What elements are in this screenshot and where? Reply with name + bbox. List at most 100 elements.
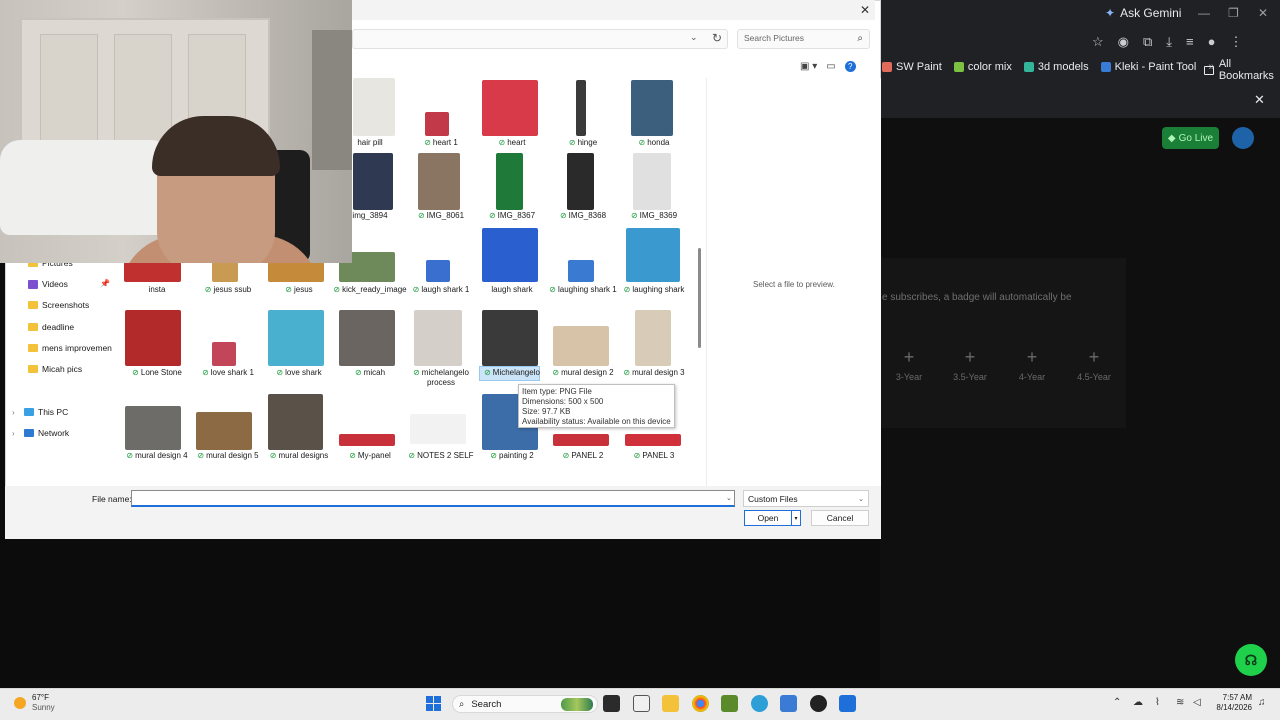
notification-bell-icon[interactable]: ♫ [1258,697,1266,708]
help-icon[interactable]: ? [844,61,856,72]
volume-icon[interactable]: ◁ [1193,697,1201,708]
wifi-icon[interactable]: ≋ [1176,697,1184,708]
badge-slot-4-year[interactable]: +4-Year [1006,346,1058,382]
file-thumbnail[interactable] [553,434,609,446]
queue-icon[interactable]: ≡ [1186,34,1194,50]
avatar[interactable] [1232,127,1254,149]
file-thumbnail[interactable] [482,310,538,366]
download-icon[interactable]: ⤓ [1166,34,1172,50]
file-thumbnail[interactable] [196,412,252,450]
file-name-input[interactable] [131,490,735,507]
file-thumbnail[interactable] [631,80,673,136]
file-thumbnail[interactable] [124,262,181,282]
go-live-button[interactable]: ◆ Go Live [1162,127,1219,149]
refresh-icon[interactable]: ↻ [712,31,722,45]
file-thumbnail[interactable] [268,310,324,366]
weather-widget[interactable]: 67°F Sunny [14,693,55,713]
file-thumbnail[interactable] [482,80,538,136]
nav-item-micah-pics[interactable]: Micah pics [28,362,82,376]
file-thumbnail[interactable] [576,80,586,136]
microphone-icon[interactable]: ⌇ [1155,697,1160,708]
file-thumbnail[interactable] [626,228,680,282]
search-input[interactable]: Search Pictures ⌕ [737,29,870,49]
badge-slot-3-year[interactable]: +3-Year [883,346,935,382]
bookmark-sw-paint[interactable]: SW Paint [882,61,942,73]
nav-item-network[interactable]: › Network [12,426,69,440]
file-thumbnail[interactable] [425,112,449,136]
badge-slot-4-5-year[interactable]: +4.5-Year [1068,346,1120,382]
notepad-icon[interactable] [633,695,650,712]
file-thumbnail[interactable] [414,310,462,366]
file-thumbnail[interactable] [482,228,538,282]
bookmark-3d-models[interactable]: 3d models [1023,61,1089,73]
address-bar[interactable] [352,29,728,49]
file-thumbnail[interactable] [339,434,395,446]
task-view-icon[interactable] [603,695,620,712]
open-button[interactable]: Open ▾ [744,510,801,526]
minecraft-icon[interactable] [721,695,738,712]
notes-icon[interactable] [780,695,797,712]
address-dropdown-icon[interactable]: ⌄ [690,32,698,43]
paint-icon[interactable] [839,695,856,712]
chevron-right-icon[interactable]: › [12,429,20,438]
view-mode-icon[interactable]: ▣ ▾ [800,61,817,72]
support-chat-icon[interactable]: ☊ [1235,644,1267,676]
file-thumbnail[interactable] [625,434,681,446]
bookmark-star-icon[interactable]: ☆ [1092,34,1104,50]
file-thumbnail[interactable] [635,310,671,366]
onedrive-icon[interactable]: ☁ [1133,697,1143,708]
file-thumbnail[interactable] [418,153,460,210]
file-thumbnail[interactable] [125,310,181,366]
file-name: ⊘ laugh shark 1 [401,285,481,295]
taskbar-search[interactable]: ⌕ Search [452,695,598,713]
chevron-right-icon[interactable]: › [12,408,20,417]
file-thumbnail[interactable] [212,342,236,366]
chevron-up-icon[interactable]: ⌃ [1113,697,1121,708]
file-name-dropdown-icon[interactable]: ⌄ [726,494,732,502]
file-thumbnail[interactable] [567,153,594,210]
file-type-filter[interactable]: Custom Files ⌄ [743,490,869,507]
file-list-scrollbar[interactable] [698,248,701,348]
obs-icon[interactable] [810,695,827,712]
chrome-icon[interactable] [692,695,709,712]
file-thumbnail[interactable] [268,262,324,282]
file-thumbnail[interactable] [125,406,181,450]
profile-icon[interactable]: ● [1208,34,1216,50]
file-thumbnail[interactable] [353,153,393,210]
edge-icon[interactable] [751,695,768,712]
dialog-close-icon[interactable]: ✕ [860,3,870,17]
open-split-arrow-icon[interactable]: ▾ [791,511,800,525]
cancel-button[interactable]: Cancel [811,510,869,526]
bookmark-kleki[interactable]: Kleki - Paint Tool [1100,61,1196,73]
file-thumbnail[interactable] [212,262,238,282]
taskbar-clock[interactable]: 7:57 AM 8/14/2026 [1212,693,1252,713]
file-thumbnail[interactable] [426,260,450,282]
nav-item-videos[interactable]: Videos [28,277,68,291]
nav-item-mens-improvement[interactable]: mens improvemen [28,341,112,355]
nav-item-this-pc[interactable]: › This PC [12,405,68,419]
file-thumbnail[interactable] [268,394,323,450]
file-thumbnail[interactable] [633,153,671,210]
file-thumbnail[interactable] [496,153,523,210]
file-thumbnail[interactable] [568,260,594,282]
file-thumbnail[interactable] [410,414,466,444]
file-thumbnail[interactable] [339,310,395,366]
windows-start-icon[interactable] [426,696,441,711]
file-explorer-icon[interactable] [662,695,679,712]
menu-icon[interactable]: ⋮ [1230,34,1243,50]
nav-item-deadline[interactable]: deadline [28,320,74,334]
puzzle-icon[interactable]: ⧉ [1143,34,1152,50]
nav-item-screenshots[interactable]: Screenshots [28,298,89,312]
minimize-icon[interactable]: — [1198,6,1210,20]
file-thumbnail[interactable] [553,326,609,366]
bookmark-color-mix[interactable]: color mix [953,61,1012,73]
preview-pane-icon[interactable]: ▭ [826,61,835,72]
ask-gemini-button[interactable]: ✦ Ask Gemini [1105,5,1181,21]
extension-icon[interactable]: ◉ [1118,34,1129,50]
window-close-icon[interactable]: ✕ [1258,6,1268,20]
infobar-close-icon[interactable]: ✕ [1254,92,1265,108]
maximize-icon[interactable]: ❐ [1228,6,1239,20]
badge-slot-3-5-year[interactable]: +3.5-Year [944,346,996,382]
file-thumbnail[interactable] [353,78,395,136]
all-bookmarks-button[interactable]: All Bookmarks [1204,58,1280,82]
